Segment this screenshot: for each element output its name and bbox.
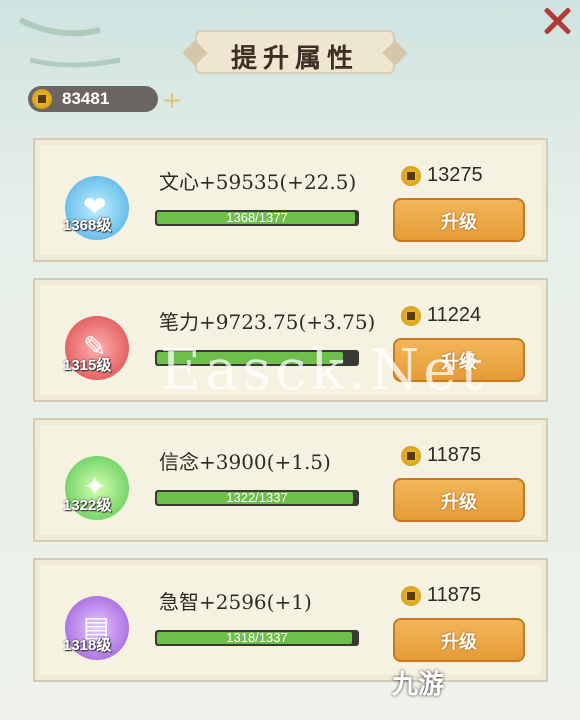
coin-icon	[32, 89, 52, 109]
progress-bar: 1368/1377	[155, 210, 359, 226]
bamboo-decoration	[18, 17, 121, 68]
stat-value: 信念+3900(+1.5)	[159, 450, 331, 474]
stat-value: 文心+59535(+22.5)	[159, 170, 357, 194]
upgrade-button[interactable]: 升级	[393, 618, 525, 662]
site-logo: 九游	[392, 669, 445, 699]
attribute-card-xinnian: ✦ 1322级 信念+3900(+1.5) 1322/1337 11875 升级	[33, 418, 548, 542]
add-currency-button[interactable]: +	[162, 86, 182, 114]
cost-value: 13275	[401, 164, 483, 187]
upgrade-button[interactable]: 升级	[393, 198, 525, 242]
coin-icon	[401, 586, 421, 606]
currency-display: 83481	[28, 86, 158, 112]
stat-value: 笔力+9723.75(+3.75)	[159, 310, 376, 334]
progress-bar: 1318/1337	[155, 630, 359, 646]
level-label: 1322级	[63, 497, 112, 514]
level-label: 1315级	[63, 357, 112, 374]
upgrade-button[interactable]: 升级	[393, 478, 525, 522]
coin-icon	[401, 306, 421, 326]
progress-text: 1322/1337	[226, 490, 288, 505]
close-icon[interactable]	[540, 4, 574, 38]
cost-value: 11875	[401, 584, 481, 607]
currency-value: 83481	[62, 89, 110, 108]
title-banner: 提升属性	[195, 30, 395, 74]
attribute-card-jizhi: ▤ 1318级 急智+2596(+1) 1318/1337 11875 升级	[33, 558, 548, 682]
progress-text: 1368/1377	[226, 210, 288, 225]
level-label: 1318级	[63, 637, 112, 654]
cost-value: 11224	[401, 304, 481, 327]
page-title: 提升属性	[230, 44, 359, 74]
progress-bar: 1322/1337	[155, 490, 359, 506]
cost-value: 11875	[401, 444, 481, 467]
progress-text: 1318/1337	[226, 630, 288, 645]
stat-value: 急智+2596(+1)	[159, 590, 312, 614]
attribute-card-wenxin: ❤ 1368级 文心+59535(+22.5) 1368/1377 13275 …	[33, 138, 548, 262]
watermark: Easck.Net	[160, 338, 487, 403]
level-label: 1368级	[63, 217, 112, 234]
upgrade-panel: 提升属性 83481 + ❤ 1368级 文心+59535(+22.5) 136…	[0, 0, 580, 720]
coin-icon	[401, 446, 421, 466]
coin-icon	[401, 166, 421, 186]
